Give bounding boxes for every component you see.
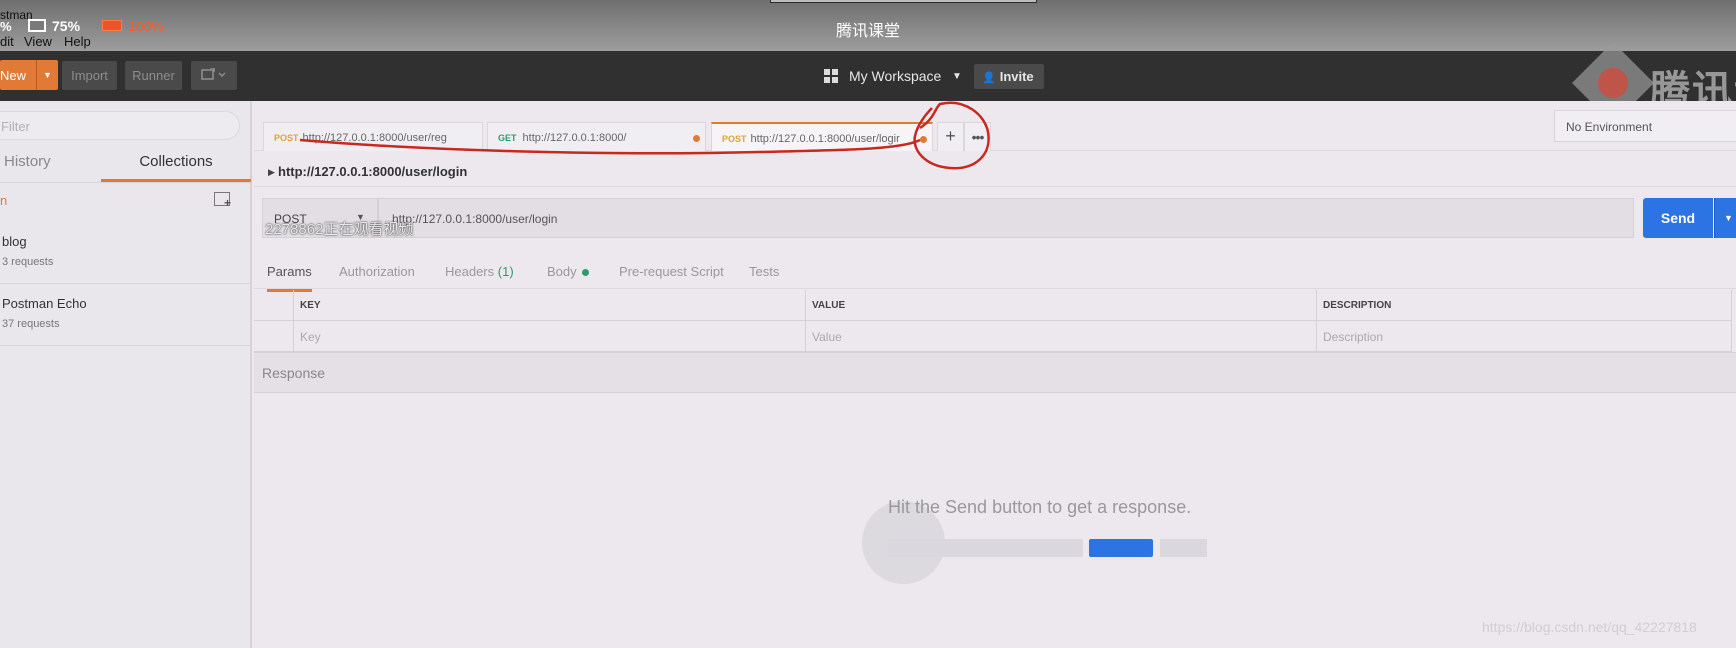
tab-body[interactable]: Body (547, 264, 589, 279)
invite-button[interactable]: 👤 Invite (974, 64, 1044, 89)
tab-headers-label: Headers (445, 264, 495, 279)
sidebar-divider (0, 182, 252, 183)
monitor-icon[interactable] (28, 19, 46, 32)
tab-method: POST (722, 134, 747, 144)
viewer-count-overlay: 2278862正在观看视频 (265, 221, 414, 238)
response-empty-message: Hit the Send button to get a response. (888, 497, 1192, 517)
tab-body-label: Body (547, 264, 577, 279)
sidebar: Filter History Collections n blog 3 requ… (0, 101, 252, 648)
sidebar-new-mark: n (0, 193, 8, 208)
collection-item-blog[interactable]: blog 3 requests (0, 222, 252, 284)
video-title: 腾讯课堂 (835, 23, 900, 40)
request-tab[interactable]: GET http://127.0.0.1:8000/ (487, 122, 706, 151)
body-indicator-icon (581, 269, 589, 277)
request-tab-bar: POST http://127.0.0.1:8000/user/reg GET ht… (254, 101, 1736, 151)
column-header-value: VALUE (806, 290, 1317, 321)
response-label: Response (262, 365, 326, 381)
param-value-input[interactable]: Value (806, 321, 1317, 352)
empty-state-bar (888, 539, 1083, 557)
tab-method: POST (274, 133, 299, 143)
new-button[interactable]: New ▼ (0, 60, 58, 90)
tab-more-icon[interactable]: ••• (964, 122, 991, 151)
tab-pre-request-script[interactable]: Pre-request Script (619, 264, 724, 279)
csdn-watermark: https://blog.csdn.net/qq_42227818 (1482, 619, 1697, 635)
request-expand-caret-icon[interactable]: ▶ (268, 167, 275, 178)
new-window-button[interactable] (191, 61, 237, 90)
request-tab[interactable]: POST http://127.0.0.1:8000/user/reg (263, 122, 483, 151)
params-table: KEY VALUE DESCRIPTION Key Value Descript… (254, 290, 1736, 352)
zoom-readout-b: 75% (52, 18, 81, 34)
request-divider (254, 186, 1736, 187)
param-key-input[interactable]: Key (294, 321, 806, 352)
filter-input[interactable]: Filter (0, 111, 240, 140)
url-input[interactable]: http://127.0.0.1:8000/user/login (378, 198, 1634, 238)
tab-method: GET (498, 133, 517, 143)
workspace-grid-icon (824, 69, 838, 83)
menu-help[interactable]: Help (64, 34, 91, 49)
column-header-description: DESCRIPTION (1317, 290, 1732, 321)
logo-badge-center (1598, 68, 1628, 98)
tab-params[interactable]: Params (267, 264, 312, 292)
collection-count: 3 requests (2, 256, 54, 268)
tab-url: http://127.0.0.1:8000/user/reg (302, 132, 447, 144)
add-person-icon: 👤 (982, 72, 996, 84)
new-button-label: New (0, 68, 27, 83)
collection-count: 37 requests (2, 318, 60, 330)
collection-name: blog (2, 234, 27, 249)
column-header-key: KEY (294, 290, 806, 321)
row-checkbox[interactable] (254, 321, 294, 352)
empty-state-bar (1160, 539, 1207, 557)
unsaved-dot-icon (920, 136, 927, 143)
environment-select[interactable]: No Environment (1554, 110, 1736, 142)
unsaved-dot-icon (693, 135, 700, 142)
tab-headers[interactable]: Headers (1) (445, 264, 514, 279)
menu-edit[interactable]: dit (0, 34, 14, 49)
send-dropdown-caret-icon[interactable]: ▼ (1714, 198, 1736, 238)
tab-history[interactable]: History (0, 153, 100, 182)
tab-url: http://127.0.0.1:8000/ (522, 132, 627, 144)
tab-tests[interactable]: Tests (749, 264, 779, 279)
new-tab-plus-icon[interactable]: + (937, 122, 964, 151)
workspace-caret-icon[interactable]: ▼ (952, 71, 962, 82)
collection-item-postman-echo[interactable]: Postman Echo 37 requests (0, 284, 252, 346)
zoom-readout-c: 100% (128, 18, 164, 34)
empty-state-button (1089, 539, 1153, 557)
new-collection-icon[interactable] (214, 192, 231, 210)
new-window-icon (201, 67, 226, 80)
request-name: http://127.0.0.1:8000/user/login (278, 164, 468, 179)
video-top-bar: 腾讯课堂 stman % 75% 100% dit View Help (0, 0, 1736, 51)
runner-button[interactable]: Runner (125, 61, 182, 90)
send-button[interactable]: Send (1643, 198, 1713, 238)
tab-collections[interactable]: Collections (101, 153, 251, 182)
response-header: Response (254, 352, 1736, 393)
tab-authorization[interactable]: Authorization (339, 264, 415, 279)
import-button[interactable]: Import (62, 61, 117, 90)
screenshot-root: 腾讯课堂 stman % 75% 100% dit View Help New … (0, 0, 1736, 648)
param-description-input[interactable]: Description (1317, 321, 1732, 352)
collection-name: Postman Echo (2, 296, 87, 311)
request-sub-tabs: Params Authorization Headers (1) Body Pr… (254, 256, 1736, 292)
battery-icon (102, 20, 122, 31)
request-tab-active[interactable]: POST http://127.0.0.1:8000/user/logir (711, 122, 933, 151)
menu-view[interactable]: View (24, 34, 52, 49)
zoom-readout-a: % (0, 19, 12, 34)
headers-count-badge: (1) (497, 264, 514, 279)
top-center-frame (770, 0, 1037, 3)
new-dropdown-caret-icon[interactable]: ▼ (36, 60, 58, 90)
invite-label: Invite (999, 69, 1034, 84)
app-header: New ▼ Import Runner My Workspace ▼ 👤 Invi… (0, 51, 1736, 101)
tab-url: http://127.0.0.1:8000/user/logir (750, 133, 900, 145)
workspace-label[interactable]: My Workspace (849, 68, 941, 84)
table-checkbox-header (254, 290, 294, 321)
